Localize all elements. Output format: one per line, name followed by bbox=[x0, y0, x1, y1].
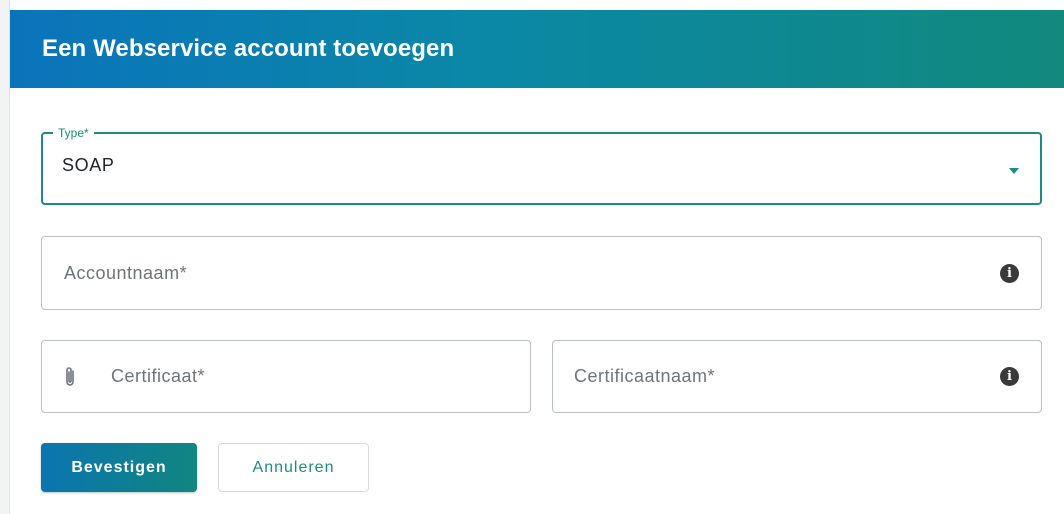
paperclip-icon[interactable] bbox=[62, 365, 78, 389]
info-icon[interactable]: i bbox=[1000, 264, 1019, 283]
confirm-button[interactable]: Bevestigen bbox=[41, 443, 197, 492]
background-edge bbox=[0, 0, 10, 514]
type-value: SOAP bbox=[62, 155, 115, 175]
add-webservice-account-dialog: Een Webservice account toevoegen Type* S… bbox=[0, 0, 1064, 514]
type-select[interactable]: Type* SOAP bbox=[41, 125, 1042, 205]
certificate-field[interactable]: Certificaat* bbox=[41, 340, 531, 413]
dialog-title: Een Webservice account toevoegen bbox=[42, 35, 455, 62]
chevron-down-icon[interactable] bbox=[1009, 168, 1019, 174]
certificate-name-placeholder: Certificaatnaam* bbox=[574, 366, 716, 386]
type-label: Type* bbox=[53, 125, 94, 141]
account-name-field[interactable]: Accountnaam* i bbox=[41, 236, 1042, 310]
certificate-name-field[interactable]: Certificaatnaam* i bbox=[552, 340, 1042, 413]
dialog-header: Een Webservice account toevoegen bbox=[10, 10, 1064, 88]
info-icon[interactable]: i bbox=[1000, 367, 1019, 386]
certificate-placeholder: Certificaat* bbox=[111, 366, 206, 386]
account-name-placeholder: Accountnaam* bbox=[64, 262, 188, 283]
cancel-button[interactable]: Annuleren bbox=[218, 443, 369, 492]
